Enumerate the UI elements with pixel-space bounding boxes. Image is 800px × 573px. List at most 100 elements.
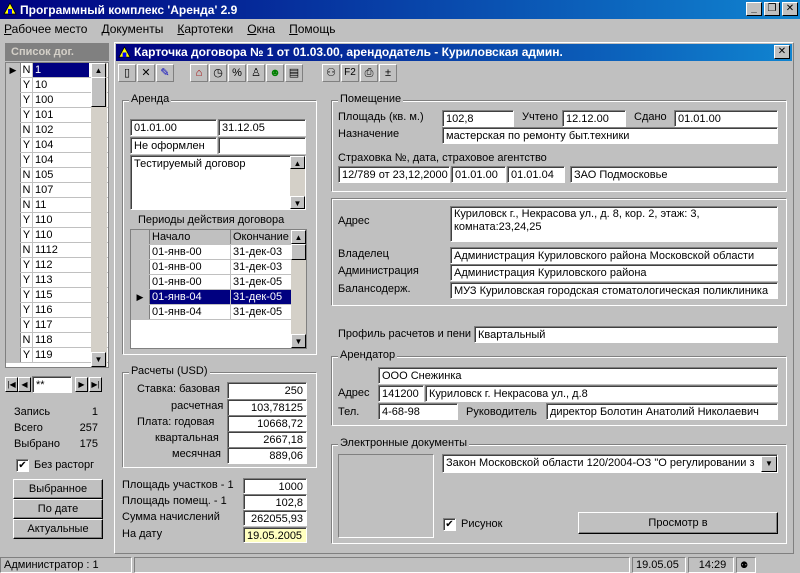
scroll-down-icon[interactable]: ▼	[91, 352, 106, 367]
area-field[interactable]: 102,8	[442, 110, 514, 127]
selected-button[interactable]: Выбранное	[13, 479, 103, 499]
contract-date-to[interactable]: 31.12.05	[218, 119, 306, 136]
tenant-ruk-field[interactable]: директор Болотин Анатолий Николаевич	[546, 403, 778, 420]
picture-checkbox[interactable]: ✔	[443, 518, 456, 531]
scroll-down-icon[interactable]: ▼	[291, 334, 306, 348]
new-doc-icon[interactable]: ▯	[118, 64, 136, 82]
summary-value[interactable]: 262055,93	[243, 510, 307, 526]
person-icon[interactable]: ♙	[247, 64, 265, 82]
raschety-value[interactable]: 889,06	[227, 447, 307, 464]
tenant-index-field[interactable]: 141200	[378, 385, 424, 402]
comment-scrollbar[interactable]: ▲ ▼	[290, 156, 305, 209]
period-start: 01-янв-00	[150, 260, 231, 274]
summary-label: На дату	[122, 528, 163, 540]
summary-value[interactable]: 1000	[243, 478, 307, 494]
vladelets-field[interactable]: Администрация Куриловского района Москов…	[450, 247, 778, 264]
raschety-label: квартальная	[155, 432, 219, 444]
adres-field[interactable]: Куриловск г., Некрасова ул., д. 8, кор. …	[450, 206, 778, 242]
raschety-label: месячная	[172, 448, 222, 460]
balans-field[interactable]: МУЗ Куриловская городская стоматологичес…	[450, 282, 778, 299]
row-indicator	[6, 288, 21, 302]
contract-status[interactable]: Не оформлен	[130, 137, 217, 154]
app-logo-icon	[3, 2, 17, 15]
app-titlebar[interactable]: Программный комплекс 'Аренда' 2.9 _ ❐ ✕	[0, 0, 800, 19]
nav-search-input[interactable]: **	[32, 376, 72, 393]
percent-icon[interactable]: %	[228, 64, 246, 82]
tenant-icon[interactable]: ☻	[266, 64, 284, 82]
view-button[interactable]: Просмотр в	[578, 512, 778, 534]
menu-item-windows[interactable]: Окна	[247, 22, 275, 36]
column-header-start[interactable]: Начало	[150, 230, 231, 244]
menu-item-help[interactable]: Помощь	[289, 22, 335, 36]
column-header-end[interactable]: Окончание	[231, 230, 299, 244]
actual-button[interactable]: Актуальные	[13, 519, 103, 539]
menu-item-workplace[interactable]: Рабочее место	[4, 22, 87, 36]
table-row[interactable]: 01-янв-00 31-дек-03	[131, 245, 306, 260]
card-titlebar[interactable]: Карточка договора № 1 от 01.03.00, аренд…	[116, 44, 792, 61]
raschety-value[interactable]: 250	[227, 382, 307, 399]
delete-icon[interactable]: ✕	[137, 64, 155, 82]
contract-list-scrollbar[interactable]: ▲ ▼	[91, 63, 107, 367]
tenant-name-field[interactable]: ООО Снежинка	[378, 367, 778, 384]
raschety-value[interactable]: 2667,18	[227, 431, 307, 448]
document-icon[interactable]: ▤	[285, 64, 303, 82]
raschety-value[interactable]: 10668,72	[227, 415, 307, 432]
print-icon[interactable]: ⎙	[360, 64, 378, 82]
edit-pencil-icon[interactable]: ✎	[156, 64, 174, 82]
tenant-tel-field[interactable]: 4-68-98	[378, 403, 458, 420]
next-record-icon[interactable]: ▶	[75, 377, 88, 392]
scroll-up-icon[interactable]: ▲	[91, 63, 106, 78]
by-date-button[interactable]: По дате	[13, 499, 103, 519]
raschety-value[interactable]: 103,78125	[227, 399, 307, 416]
strah-agent-field[interactable]: ЗАО Подмосковье	[570, 166, 778, 183]
strah-from-field[interactable]: 01.01.00	[451, 166, 506, 183]
contract-flag: Y	[21, 318, 33, 332]
restore-icon[interactable]: ❐	[764, 2, 780, 16]
strah-to-field[interactable]: 01.01.04	[507, 166, 565, 183]
chevron-down-icon[interactable]: ▼	[761, 456, 777, 472]
tenant-adres-field[interactable]: Куриловск г. Некрасова ул., д.8	[425, 385, 778, 402]
naznach-field[interactable]: мастерская по ремонту быт.техники	[442, 127, 778, 144]
contract-comment[interactable]: Тестируемый договор	[130, 155, 306, 210]
profil-field[interactable]: Квартальный	[474, 326, 778, 343]
minimize-icon[interactable]: _	[746, 2, 762, 16]
calculator-icon[interactable]: ±	[379, 64, 397, 82]
contract-date-from[interactable]: 01.01.00	[130, 119, 217, 136]
clock-icon[interactable]: ◷	[209, 64, 227, 82]
close-icon[interactable]: ✕	[782, 2, 798, 16]
periods-grid[interactable]: Начало Окончание 01-янв-00 31-дек-03 01-янв-…	[130, 229, 307, 349]
f2-icon[interactable]: F2	[341, 64, 359, 82]
binoculars-icon[interactable]: ⚇	[322, 64, 340, 82]
table-row[interactable]: 01-янв-00 31-дек-03	[131, 260, 306, 275]
contract-number: 107	[35, 184, 54, 196]
menu-item-cards[interactable]: Картотеки	[177, 22, 233, 36]
card-close-icon[interactable]: ✕	[774, 45, 790, 59]
scroll-up-icon[interactable]: ▲	[290, 156, 305, 169]
uchteno-field[interactable]: 12.12.00	[562, 110, 626, 127]
periods-scrollbar[interactable]: ▲ ▼	[291, 230, 306, 348]
sdano-field[interactable]: 01.01.00	[674, 110, 778, 127]
table-row[interactable]: ▶ 01-янв-04 31-дек-05	[131, 290, 306, 305]
contract-number: 11	[35, 199, 47, 211]
summary-value[interactable]: 19.05.2005	[243, 527, 307, 543]
prev-record-icon[interactable]: ◀	[18, 377, 31, 392]
no-termination-checkbox[interactable]: ✔	[16, 459, 29, 472]
table-row[interactable]: 01-янв-04 31-дек-05	[131, 305, 306, 320]
house-icon[interactable]: ⌂	[190, 64, 208, 82]
scroll-thumb[interactable]	[91, 77, 106, 107]
contract-status-extra[interactable]	[218, 137, 306, 154]
admin-field[interactable]: Администрация Куриловского района	[450, 264, 778, 281]
last-record-icon[interactable]: ▶|	[89, 377, 102, 392]
first-record-icon[interactable]: |◀	[5, 377, 18, 392]
table-row[interactable]: 01-янв-00 31-дек-05	[131, 275, 306, 290]
menu-item-documents[interactable]: Документы	[101, 22, 163, 36]
contract-flag: Y	[21, 273, 33, 287]
contract-flag: N	[21, 63, 33, 77]
scroll-down-icon[interactable]: ▼	[290, 196, 305, 209]
row-indicator	[6, 303, 21, 317]
summary-value[interactable]: 102,8	[243, 494, 307, 510]
edoc-select[interactable]: Закон Московской области 120/2004-ОЗ "О …	[442, 454, 778, 473]
scroll-up-icon[interactable]: ▲	[291, 230, 306, 244]
strah-num-field[interactable]: 12/789 от 23,12,2000	[338, 166, 450, 183]
scroll-thumb[interactable]	[291, 244, 306, 260]
